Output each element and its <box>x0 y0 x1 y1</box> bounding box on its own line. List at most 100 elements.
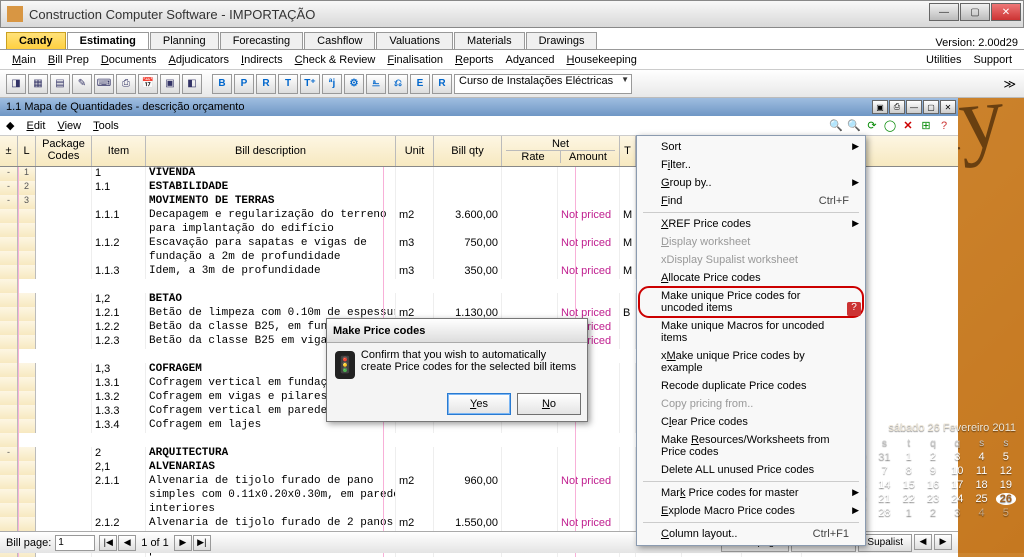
col-unit[interactable]: Unit <box>396 136 434 166</box>
doc-icon[interactable]: ◆ <box>6 119 14 132</box>
cal-day[interactable]: 31 <box>874 451 894 463</box>
nav-prev-button[interactable]: ◀ <box>118 535 136 551</box>
zoom-in-icon[interactable]: 🔍 <box>846 118 862 134</box>
maximize-button[interactable]: ▢ <box>960 3 990 21</box>
menu-billprep[interactable]: Bill Prep <box>42 52 95 68</box>
menu-main[interactable]: Main <box>6 52 42 68</box>
toolbar-expand-icon[interactable]: ≫ <box>1003 77 1016 91</box>
cal-day[interactable]: 9 <box>923 465 943 477</box>
tool-icon[interactable]: ⚙ <box>344 74 364 94</box>
supalist-button[interactable]: Supalist <box>858 534 912 552</box>
cal-day[interactable]: 4 <box>971 451 991 463</box>
nav-first-button[interactable]: |◀ <box>99 535 117 551</box>
accept-icon[interactable]: ◯ <box>882 118 898 134</box>
help-icon[interactable]: ? <box>936 118 952 134</box>
ctx-item[interactable]: Make Resources/Worksheets from Price cod… <box>639 431 863 461</box>
cal-day[interactable]: 21 <box>874 493 894 505</box>
zoom-out-icon[interactable]: 🔍 <box>828 118 844 134</box>
cal-day[interactable]: 24 <box>947 493 967 505</box>
ctx-item[interactable]: Group by..▶ <box>639 174 863 192</box>
tab-candy[interactable]: Candy <box>6 32 66 49</box>
menu-advanced[interactable]: Advanced <box>500 52 561 68</box>
doc-maximize-button[interactable]: ▢ <box>923 100 939 114</box>
ctx-item[interactable]: Allocate Price codes <box>639 269 863 287</box>
tab-materials[interactable]: Materials <box>454 32 525 49</box>
menu-housekeeping[interactable]: Housekeeping <box>560 52 642 68</box>
tool-b[interactable]: B <box>212 74 232 94</box>
ctx-item[interactable]: Delete ALL unused Price codes <box>639 461 863 479</box>
doc-menu-view[interactable]: View <box>51 118 87 134</box>
tool-icon[interactable]: ⎌ <box>388 74 408 94</box>
menu-reports[interactable]: Reports <box>449 52 500 68</box>
tool-tt[interactable]: T⁺ <box>300 74 320 94</box>
ctx-item[interactable]: XREF Price codes▶ <box>639 215 863 233</box>
cal-day[interactable]: 4 <box>971 507 991 519</box>
tool-icon[interactable]: ▤ <box>50 74 70 94</box>
cal-day[interactable]: 19 <box>996 479 1016 491</box>
menu-documents[interactable]: Documents <box>95 52 163 68</box>
nav-next-button[interactable]: ▶ <box>174 535 192 551</box>
doc-menu-tools[interactable]: Tools <box>87 118 125 134</box>
menu-adjudicators[interactable]: Adjudicators <box>162 52 235 68</box>
tool-aj[interactable]: ªj <box>322 74 342 94</box>
ctx-item[interactable]: Make unique Price codes for uncoded item… <box>639 287 863 317</box>
ctx-item[interactable]: Column layout..Ctrl+F1 <box>639 525 863 543</box>
col-l[interactable]: L <box>18 136 36 166</box>
tab-planning[interactable]: Planning <box>150 32 219 49</box>
doc-tool-icon[interactable]: ⎙ <box>889 100 905 114</box>
ctx-item[interactable]: Mark Price codes for master▶ <box>639 484 863 502</box>
menu-finalisation[interactable]: Finalisation <box>381 52 449 68</box>
tab-valuations[interactable]: Valuations <box>376 32 453 49</box>
menu-utilities[interactable]: Utilities <box>920 52 967 68</box>
nav-last-button[interactable]: ▶| <box>193 535 211 551</box>
cal-day[interactable]: 23 <box>923 493 943 505</box>
cal-day[interactable]: 26 <box>996 493 1016 505</box>
tab-cashflow[interactable]: Cashflow <box>304 32 375 49</box>
cal-day[interactable]: 15 <box>899 479 919 491</box>
tool-r[interactable]: R <box>256 74 276 94</box>
cal-day[interactable]: 28 <box>874 507 894 519</box>
tool-icon[interactable]: ⌨ <box>94 74 114 94</box>
col-package[interactable]: PackageCodes <box>36 136 92 166</box>
ctx-item[interactable]: Recode duplicate Price codes <box>639 377 863 395</box>
ctx-item[interactable]: Explode Macro Price codes▶ <box>639 502 863 520</box>
ctx-item[interactable]: Sort▶ <box>639 138 863 156</box>
menu-indirects[interactable]: Indirects <box>235 52 289 68</box>
cal-day[interactable]: 18 <box>971 479 991 491</box>
doc-minimize-button[interactable]: — <box>906 100 922 114</box>
tool-p[interactable]: P <box>234 74 254 94</box>
ctx-item[interactable]: Filter.. <box>639 156 863 174</box>
cal-day[interactable]: 3 <box>947 451 967 463</box>
cal-day[interactable]: 12 <box>996 465 1016 477</box>
no-button[interactable]: No <box>517 393 581 415</box>
tool-icon[interactable]: ⎁ <box>366 74 386 94</box>
menu-support[interactable]: Support <box>967 52 1018 68</box>
doc-menu-edit[interactable]: Edit <box>20 118 51 134</box>
calendar-icon[interactable]: 📅 <box>138 74 158 94</box>
delete-icon[interactable]: ✕ <box>900 118 916 134</box>
tool-icon[interactable]: ◨ <box>6 74 26 94</box>
cal-day[interactable]: 1 <box>899 507 919 519</box>
tool-icon[interactable]: ▣ <box>160 74 180 94</box>
cal-day[interactable]: 22 <box>899 493 919 505</box>
tool-icon[interactable]: ▦ <box>28 74 48 94</box>
cal-day[interactable]: 25 <box>971 493 991 505</box>
col-qty[interactable]: Bill qty <box>434 136 502 166</box>
doc-close-button[interactable]: ✕ <box>940 100 956 114</box>
cal-day[interactable]: 8 <box>899 465 919 477</box>
cal-day[interactable]: 16 <box>923 479 943 491</box>
minimize-button[interactable]: — <box>929 3 959 21</box>
tool-icon[interactable]: ✎ <box>72 74 92 94</box>
col-desc[interactable]: Bill description <box>146 136 396 166</box>
cal-day[interactable]: 7 <box>874 465 894 477</box>
col-net[interactable]: Net RateAmount <box>502 136 620 166</box>
cal-day[interactable]: 17 <box>947 479 967 491</box>
excel-icon[interactable]: ⊞ <box>918 118 934 134</box>
cal-day[interactable]: 2 <box>923 507 943 519</box>
tool-icon[interactable]: ◧ <box>182 74 202 94</box>
refresh-icon[interactable]: ⟳ <box>864 118 880 134</box>
ctx-item[interactable]: xMake unique Price codes by example <box>639 347 863 377</box>
yes-button[interactable]: Yes <box>447 393 511 415</box>
scroll-left-button[interactable]: ◀ <box>914 534 932 550</box>
ctx-item[interactable]: Make unique Macros for uncoded items <box>639 317 863 347</box>
